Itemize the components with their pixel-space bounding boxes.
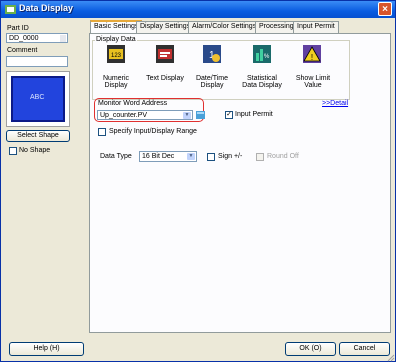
- tab-processing[interactable]: Processing: [255, 21, 298, 33]
- show-limit-value-icon[interactable]: !: [303, 45, 321, 63]
- no-shape-label: No Shape: [19, 147, 51, 154]
- no-shape-checkbox[interactable]: [9, 147, 17, 155]
- monitor-word-select[interactable]: Up_counter.PV ▼: [97, 110, 193, 120]
- svg-text:!: !: [311, 53, 313, 62]
- text-display-label: Text Display: [146, 75, 184, 82]
- shape-preview-frame: ABC: [6, 71, 70, 127]
- part-id-field[interactable]: DD_0000: [6, 33, 68, 43]
- input-permit-checkbox[interactable]: ✓: [225, 111, 233, 119]
- svg-text:%: %: [264, 54, 270, 60]
- ok-button[interactable]: OK (O): [285, 342, 336, 356]
- datetime-display-icon[interactable]: 1: [203, 45, 221, 63]
- part-id-spinner[interactable]: [60, 35, 66, 42]
- svg-text:123: 123: [111, 53, 122, 59]
- show-limit-value-label: Show Limit Value: [295, 75, 331, 89]
- specify-range-label: Specify Input/Display Range: [109, 128, 197, 135]
- data-display-dialog: Data Display × Part ID DD_0000 Comment A…: [0, 0, 396, 362]
- preview-text: ABC: [30, 94, 45, 101]
- resize-grip-icon[interactable]: [386, 353, 395, 362]
- shape-preview: ABC: [11, 76, 65, 122]
- comment-label: Comment: [7, 47, 38, 54]
- part-id-value: DD_0000: [9, 35, 39, 42]
- title-bar[interactable]: Data Display ×: [1, 1, 395, 18]
- detail-link[interactable]: >>Detail: [322, 100, 348, 107]
- monitor-word-label: Monitor Word Address: [98, 100, 168, 107]
- chevron-down-icon[interactable]: ▼: [187, 153, 195, 160]
- select-shape-button[interactable]: Select Shape: [6, 130, 70, 142]
- round-off-checkbox[interactable]: [256, 153, 264, 161]
- sign-checkbox[interactable]: [207, 153, 215, 161]
- help-button[interactable]: Help (H): [9, 342, 84, 356]
- display-data-label: Display Data: [95, 36, 137, 43]
- statistical-display-label: Statistical Data Display: [242, 75, 282, 89]
- round-off-label: Round Off: [267, 153, 299, 160]
- cancel-button[interactable]: Cancel: [339, 342, 390, 356]
- tab-display-settings[interactable]: Display Settings: [136, 21, 195, 33]
- datetime-display-label: Date/Time Display: [195, 75, 229, 89]
- address-input-icon[interactable]: [196, 111, 205, 119]
- statistical-display-icon[interactable]: %: [253, 45, 271, 63]
- app-icon: [5, 5, 16, 14]
- monitor-word-value: Up_counter.PV: [100, 112, 148, 119]
- close-button[interactable]: ×: [378, 2, 392, 16]
- numeric-display-label: Numeric Display: [102, 75, 130, 89]
- input-permit-label: Input Permit: [235, 111, 273, 118]
- tab-alarm-color-settings[interactable]: Alarm/Color Settings: [188, 21, 261, 33]
- numeric-display-icon[interactable]: 123: [107, 45, 125, 63]
- data-type-value: 16 Bit Dec: [142, 153, 175, 160]
- tab-input-permit[interactable]: Input Permit: [293, 21, 339, 33]
- data-type-label: Data Type: [100, 153, 132, 160]
- tab-basic-settings[interactable]: Basic Settings: [90, 20, 143, 34]
- sign-label: Sign +/-: [218, 153, 243, 160]
- chevron-down-icon[interactable]: ▼: [183, 112, 191, 119]
- comment-field[interactable]: [6, 56, 68, 67]
- text-display-icon[interactable]: [156, 45, 174, 63]
- data-type-select[interactable]: 16 Bit Dec ▼: [139, 151, 197, 162]
- specify-range-checkbox[interactable]: [98, 128, 106, 136]
- window-title: Data Display: [19, 3, 74, 13]
- part-id-label: Part ID: [7, 25, 29, 32]
